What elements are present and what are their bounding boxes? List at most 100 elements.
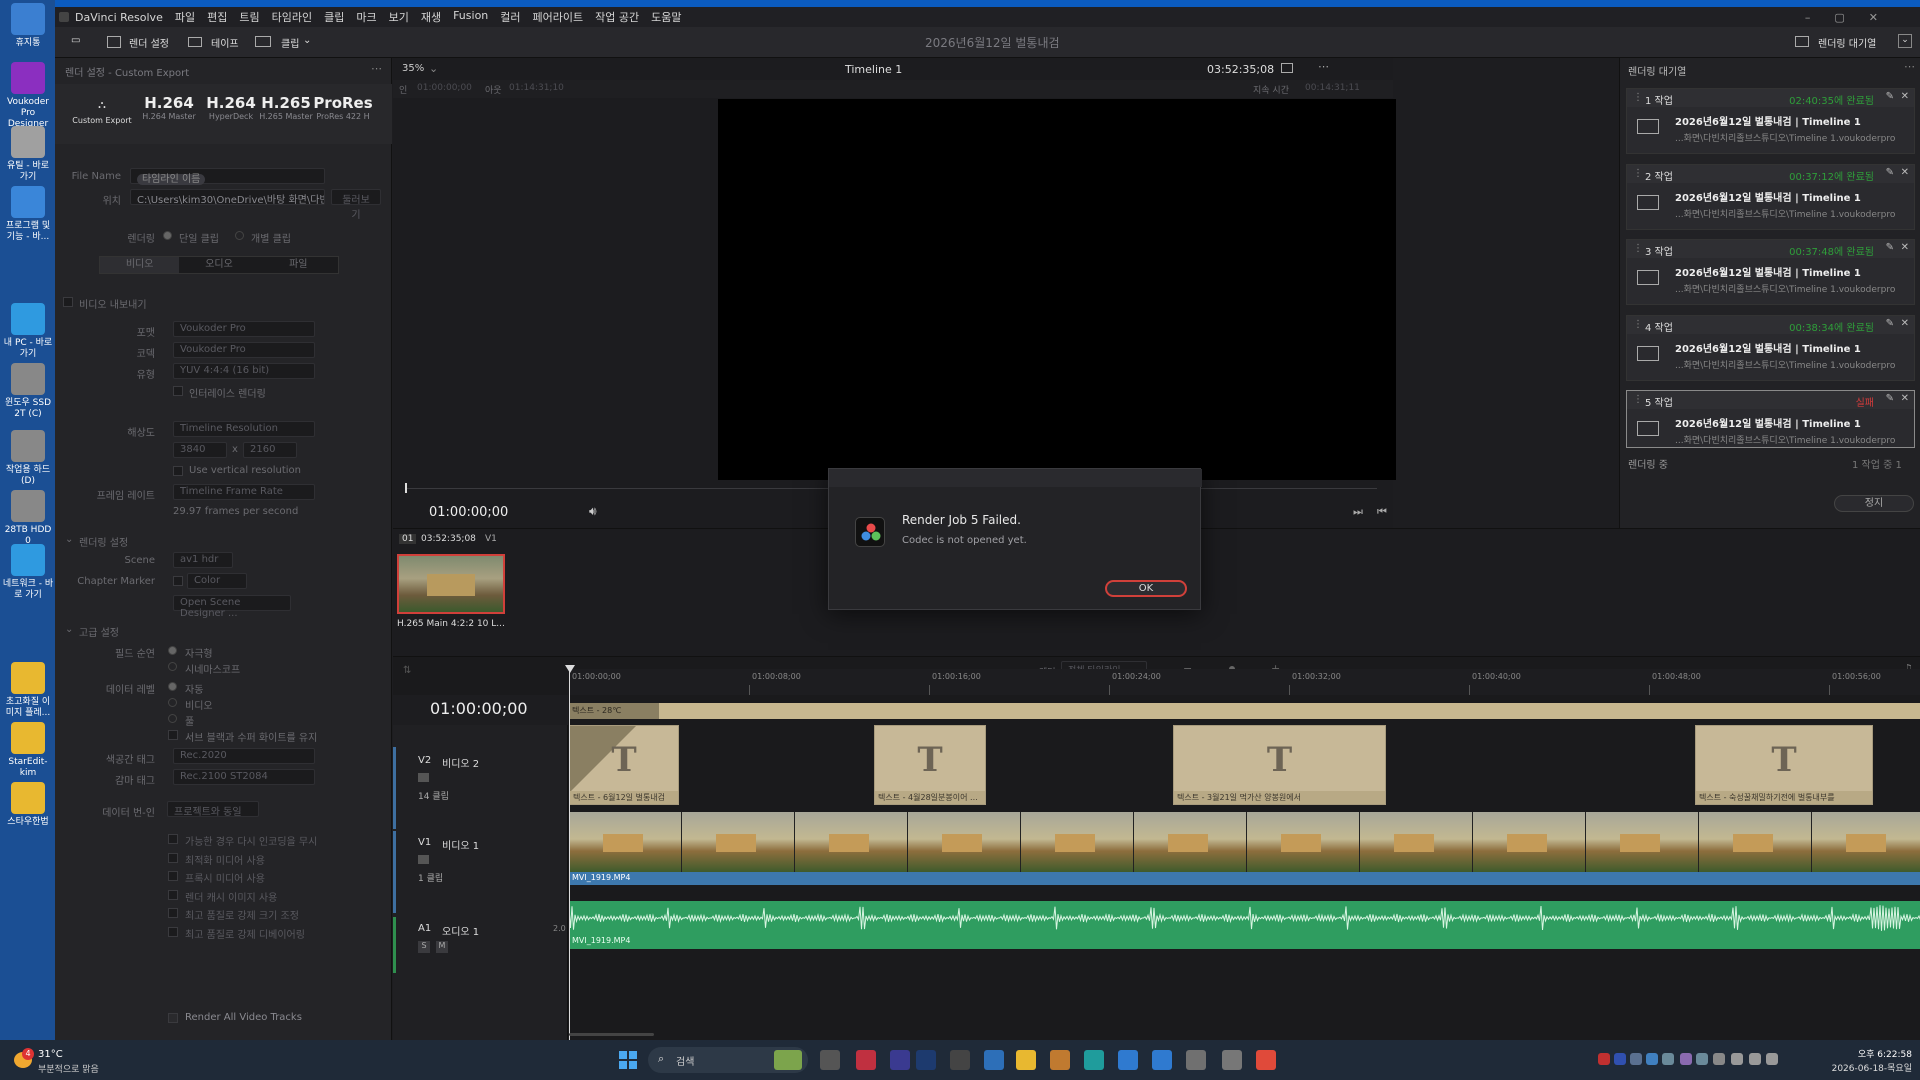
interlace-checkbox[interactable] bbox=[173, 386, 183, 396]
collapse-icon[interactable]: ⌄ bbox=[1898, 34, 1912, 48]
advanced-checkbox[interactable] bbox=[168, 852, 178, 863]
desktop-icon[interactable]: 네트워크 - 바로 가기 bbox=[2, 544, 54, 601]
menu-item[interactable]: 마크 bbox=[356, 9, 376, 25]
chapter-color-select[interactable]: Color bbox=[187, 573, 247, 589]
more-options-icon[interactable]: ⋯ bbox=[371, 62, 382, 75]
close-icon[interactable]: ✕ bbox=[1901, 393, 1909, 404]
data-auto-radio[interactable] bbox=[168, 682, 177, 691]
video-viewer[interactable] bbox=[718, 99, 1396, 480]
timeline-playhead[interactable] bbox=[569, 669, 570, 1040]
app-icon[interactable] bbox=[890, 1050, 910, 1070]
render-job[interactable]: ⋮ 2 작업 00:37:12에 완료됨 ✎ ✕ 2026년6월12일 벌통내검 | Ti… bbox=[1626, 163, 1915, 230]
clip-button[interactable]: 클립 bbox=[281, 35, 299, 50]
render-section-chevron-icon[interactable]: ⌄ bbox=[65, 534, 73, 545]
tape-button[interactable]: 테이프 bbox=[211, 35, 239, 50]
volume-icon[interactable]: 🔊︎ bbox=[589, 504, 597, 519]
edit-icon[interactable]: ✎ bbox=[1886, 393, 1894, 404]
preset-item[interactable]: H.265 H.265 Master bbox=[255, 84, 317, 144]
clip-thumbnail[interactable] bbox=[397, 554, 505, 614]
zoom-chevron-icon[interactable]: ⌄ bbox=[429, 62, 438, 75]
menu-item[interactable]: 보기 bbox=[389, 9, 409, 25]
edit-icon[interactable]: ✎ bbox=[1886, 167, 1894, 178]
vscode-icon[interactable] bbox=[984, 1050, 1004, 1070]
location-field[interactable]: C:\Users\kim30\OneDrive\바탕 화면\다빈: bbox=[130, 189, 325, 205]
tray-sync-icon[interactable] bbox=[1646, 1053, 1658, 1065]
close-icon[interactable]: ✕ bbox=[1901, 91, 1909, 102]
individual-clips-radio[interactable] bbox=[235, 231, 244, 240]
menu-item[interactable]: 편집 bbox=[207, 9, 227, 25]
vertical-checkbox[interactable] bbox=[173, 466, 183, 476]
tray-power-icon[interactable] bbox=[1766, 1053, 1778, 1065]
playhead-marker[interactable] bbox=[565, 665, 575, 673]
render-job[interactable]: ⋮ 3 작업 00:37:48에 완료됨 ✎ ✕ 2026년6월12일 벌통내검 | Ti… bbox=[1626, 239, 1915, 305]
export-video-checkbox[interactable] bbox=[63, 297, 73, 307]
data-full-radio[interactable] bbox=[168, 714, 177, 723]
edit-icon[interactable]: ✎ bbox=[1886, 318, 1894, 329]
store-icon[interactable] bbox=[1118, 1050, 1138, 1070]
desktop-icon[interactable]: Voukoder Pro Designer bbox=[2, 62, 54, 130]
desktop-icon[interactable]: 초고화질 이미지 플레... bbox=[2, 662, 54, 719]
desktop-icon[interactable]: 윈도우 SSD 2T (C) bbox=[2, 363, 54, 420]
drag-handle-icon[interactable]: ⋮ bbox=[1633, 243, 1643, 254]
menu-item[interactable]: 타임라인 bbox=[272, 9, 312, 25]
menu-item[interactable]: 도움말 bbox=[651, 9, 681, 25]
close-icon[interactable]: ✕ bbox=[1901, 318, 1909, 329]
tray-volume-icon[interactable] bbox=[1749, 1053, 1761, 1065]
chevron-down-icon[interactable]: ⌄ bbox=[303, 35, 311, 46]
data-video-radio[interactable] bbox=[168, 698, 177, 707]
monitor-icon[interactable]: ▭ bbox=[71, 35, 80, 46]
desktop-icon[interactable]: 28TB HDD 0 bbox=[2, 490, 54, 547]
desktop-icon[interactable]: 스타우한법 bbox=[2, 782, 54, 828]
timeline-name[interactable]: Timeline 1 bbox=[845, 63, 902, 76]
calc-icon[interactable] bbox=[1186, 1050, 1206, 1070]
text-clip[interactable]: T 텍스트 - 3월21일 먹가산 양봉원에서 bbox=[1173, 725, 1386, 805]
render-settings-button[interactable]: 렌더 설정 bbox=[129, 35, 169, 50]
zoom-level[interactable]: 35% bbox=[402, 63, 424, 74]
advanced-check-row[interactable]: 프록시 미디어 사용 bbox=[168, 870, 388, 885]
render-job[interactable]: ⋮ 5 작업 실패 ✎ ✕ 2026년6월12일 벌통내검 | Timeline 1...… bbox=[1626, 390, 1915, 448]
color-tag-select[interactable]: Rec.2020 bbox=[173, 748, 315, 764]
edit-icon[interactable]: ✎ bbox=[1886, 91, 1894, 102]
tray-info-icon[interactable] bbox=[1614, 1053, 1626, 1065]
stop-button[interactable]: 정지 bbox=[1834, 495, 1914, 512]
text-clip[interactable]: T 텍스트 - 4월28일분봉이어 ... bbox=[874, 725, 986, 805]
close-icon[interactable]: ✕ bbox=[1901, 242, 1909, 253]
menu-item[interactable]: 컬러 bbox=[500, 9, 520, 25]
explorer-icon[interactable] bbox=[820, 1050, 840, 1070]
skip-start-icon[interactable]: ⏮︎ bbox=[1377, 505, 1387, 519]
resolution-select[interactable]: Timeline Resolution bbox=[173, 421, 315, 437]
menu-item[interactable]: 재생 bbox=[421, 9, 441, 25]
audio-icon[interactable] bbox=[950, 1050, 970, 1070]
tray-app-icon[interactable] bbox=[1598, 1053, 1610, 1065]
desktop-icon[interactable]: 내 PC - 바로 가기 bbox=[2, 303, 54, 360]
desktop-icon[interactable]: StarEdit-kim bbox=[2, 722, 54, 779]
type-select[interactable]: YUV 4:4:4 (16 bit) bbox=[173, 363, 315, 379]
game-icon[interactable] bbox=[1222, 1050, 1242, 1070]
text-clip[interactable]: T 텍스트 - 숙성꿀채밀하기전에 벌통내부를 bbox=[1695, 725, 1873, 805]
advanced-checkbox[interactable] bbox=[168, 908, 178, 918]
desktop-icon[interactable]: 작업용 하드 (D) bbox=[2, 430, 54, 487]
field-option-2-radio[interactable] bbox=[168, 662, 177, 671]
render-all-checkbox[interactable] bbox=[168, 1013, 178, 1023]
tray-mic-icon[interactable] bbox=[1680, 1053, 1692, 1065]
burger-icon[interactable] bbox=[1050, 1050, 1070, 1070]
drag-handle-icon[interactable]: ⋮ bbox=[1633, 92, 1643, 103]
drag-handle-icon[interactable]: ⋮ bbox=[1633, 319, 1643, 330]
advanced-check-row[interactable]: 최고 품질로 강제 디베이어링 bbox=[168, 926, 388, 941]
codec-select[interactable]: Voukoder Pro bbox=[173, 342, 315, 358]
tab-1[interactable]: 오디오 bbox=[179, 257, 258, 273]
timeline-scrollbar[interactable] bbox=[569, 1033, 654, 1036]
preset-item[interactable]: ProRes ProRes 422 H bbox=[312, 84, 374, 144]
drag-handle-icon[interactable]: ⋮ bbox=[1633, 394, 1643, 405]
gamma-tag-select[interactable]: Rec.2100 ST2084 bbox=[173, 769, 315, 785]
width-field[interactable]: 3840 bbox=[173, 442, 227, 458]
advanced-check-row[interactable]: 렌더 캐시 이미지 사용 bbox=[168, 889, 388, 904]
advanced-chevron-icon[interactable]: ⌄ bbox=[65, 624, 73, 635]
a1-clip[interactable]: MVI_1919.MP4 bbox=[569, 901, 1920, 949]
height-field[interactable]: 2160 bbox=[243, 442, 297, 458]
open-scene-designer-button[interactable]: Open Scene Designer ... bbox=[173, 595, 291, 619]
ok-button[interactable]: OK bbox=[1105, 580, 1187, 597]
queue-more-icon[interactable]: ⋯ bbox=[1904, 60, 1915, 73]
desktop-icon[interactable]: 유틸 - 바로 가기 bbox=[2, 126, 54, 183]
tray-a-icon[interactable] bbox=[1713, 1053, 1725, 1065]
